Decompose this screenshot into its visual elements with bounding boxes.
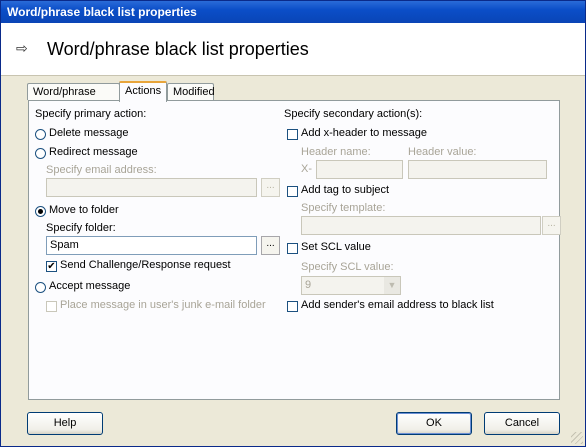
resize-grip[interactable] [571,432,583,444]
blacklist-label[interactable]: Add sender's email address to black list [301,299,494,311]
add-tag-label[interactable]: Add tag to subject [301,184,389,196]
chevron-down-icon[interactable]: ▼ [384,277,400,294]
window-title: Word/phrase black list properties [1,1,585,23]
redirect-message-radio[interactable] [35,148,46,159]
junk-folder-checkbox[interactable] [46,301,57,312]
filter-edit-icon: ⇨ [16,40,28,56]
tab-actions[interactable]: Actions [119,81,167,102]
scl-value-select[interactable]: 9 ▼ [301,276,401,295]
scl-value-label: Specify SCL value: [301,261,394,273]
folder-browse-button[interactable]: ... [261,236,280,255]
template-browse-button[interactable]: ... [542,216,561,235]
header-value-label: Header value: [408,146,477,158]
accept-message-radio[interactable] [35,282,46,293]
actions-panel: Specify primary action: Delete message R… [28,100,561,400]
set-scl-label[interactable]: Set SCL value [301,241,371,253]
header-name-field[interactable] [316,160,403,179]
tab-modified[interactable]: Modified [167,83,215,100]
folder-field[interactable]: Spam [46,236,257,255]
template-label: Specify template: [301,202,386,214]
primary-action-heading: Specify primary action: [35,108,147,120]
move-to-folder-radio[interactable] [35,206,46,217]
header-value-field[interactable] [408,160,547,179]
email-browse-button[interactable]: ... [261,178,280,197]
email-address-field[interactable] [46,178,257,197]
redirect-message-label[interactable]: Redirect message [49,146,138,158]
template-field[interactable] [301,216,541,235]
properties-dialog: Word/phrase black list properties ⇨ Word… [0,0,586,447]
set-scl-checkbox[interactable] [287,243,298,254]
cancel-button[interactable]: Cancel [484,412,560,435]
challenge-response-checkbox[interactable]: ✔ [46,261,57,272]
specify-folder-label: Specify folder: [46,222,116,234]
challenge-response-label[interactable]: Send Challenge/Response request [60,259,231,271]
x-prefix-label: X- [301,163,312,175]
junk-folder-label[interactable]: Place message in user's junk e-mail fold… [60,299,266,311]
delete-message-label[interactable]: Delete message [49,127,129,139]
tab-word-phrase-filter[interactable]: Word/phrase filter [27,83,120,115]
secondary-action-heading: Specify secondary action(s): [284,108,423,120]
help-button[interactable]: Help [27,412,103,435]
accept-message-label[interactable]: Accept message [49,280,130,292]
delete-message-radio[interactable] [35,129,46,140]
xheader-checkbox[interactable] [287,129,298,140]
xheader-label[interactable]: Add x-header to message [301,127,427,139]
add-tag-checkbox[interactable] [287,186,298,197]
blacklist-checkbox[interactable] [287,301,298,312]
page-title: Word/phrase black list properties [47,39,309,59]
ok-button[interactable]: OK [396,412,472,435]
dialog-header: ⇨ Word/phrase black list properties [1,23,585,76]
email-address-label: Specify email address: [46,164,157,176]
header-name-label: Header name: [301,146,371,158]
scl-value-text: 9 [305,279,312,291]
move-to-folder-label[interactable]: Move to folder [49,204,119,216]
